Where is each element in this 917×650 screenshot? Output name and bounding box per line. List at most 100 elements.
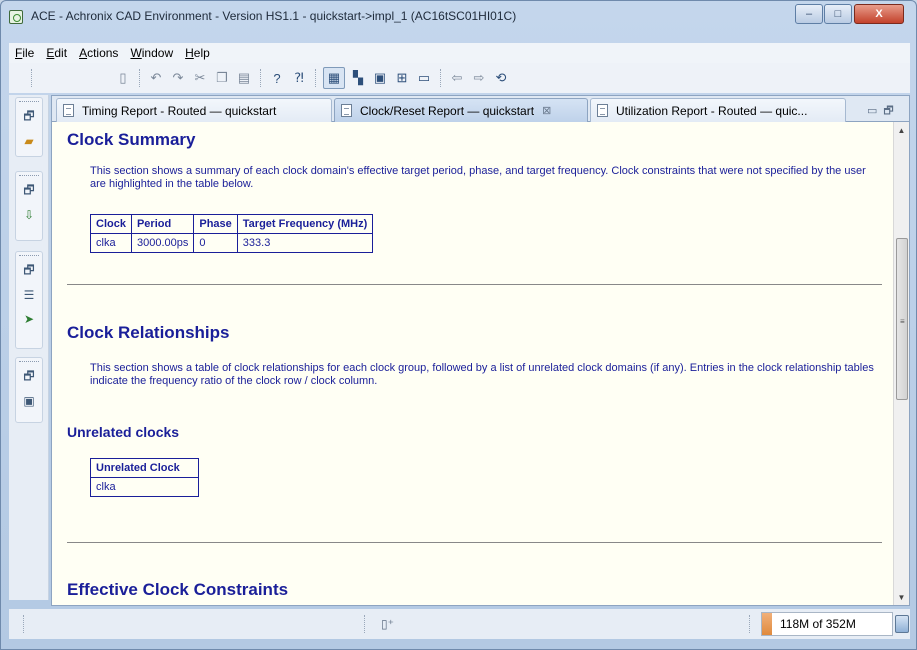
editor-view-controls: ▭🗗 [867,102,900,121]
status-bar: ▯⁺ 118M of 352M [9,609,910,639]
section-divider [67,284,882,285]
maximize-button[interactable]: □ [824,4,852,24]
thumb-grip-icon: ≡ [900,317,905,326]
toolbar-separator [315,69,316,87]
editor-tab-bar: Timing Report - Routed — quickstart Cloc… [52,96,909,122]
tab-utilization-report[interactable]: Utilization Report - Routed — quic... [590,98,846,122]
back-arrow-icon[interactable]: ↶ [147,69,165,87]
toolbar-grip[interactable] [31,69,34,87]
document-icon [63,104,74,117]
restore-icon[interactable]: 🗗 [19,367,39,387]
scroll-up-icon[interactable]: ▲ [894,122,909,138]
minimize-editor-icon[interactable]: ▭ [867,105,883,117]
toolbar-separator [440,69,441,87]
column-header: Clock [90,214,132,234]
console-icon[interactable]: ▣ [19,391,39,411]
run-icon[interactable]: ▣ [371,69,389,87]
column-header: Period [130,214,195,234]
trim-grip[interactable] [19,255,39,257]
forward-arrow-icon[interactable]: ↷ [169,69,187,87]
garbage-collect-icon[interactable] [895,615,909,633]
menu-edit[interactable]: Edit [40,46,73,60]
report-editor: Timing Report - Routed — quickstart Cloc… [51,95,910,606]
restore-icon[interactable]: 🗗 [19,107,39,127]
tab-clock-reset-report[interactable]: Clock/Reset Report — quickstart ⊠ [334,98,588,122]
copy-icon[interactable]: ❐ [213,69,231,87]
unrelated-clocks-table: Unrelated Clock clka [90,458,199,497]
menu-bar: File Edit Actions Window Help [9,43,910,63]
trim-group-views: 🗗 ☰ ➤ [15,251,43,349]
tab-label: Timing Report - Routed — quickstart [82,103,277,118]
column-header: Unrelated Clock [90,458,199,478]
trim-group-console: 🗗 ▣ [15,357,43,423]
status-grip [749,615,751,633]
menu-window[interactable]: Window [124,46,179,60]
menu-actions[interactable]: Actions [73,46,124,60]
left-trim-stack: 🗗 ▰ 🗗 ⇩ 🗗 ☰ ➤ 🗗 ▣ [9,95,49,600]
layout-alt-icon[interactable]: ▚ [349,69,367,87]
trim-grip[interactable] [19,101,39,103]
close-button[interactable]: X [854,4,904,24]
help-icon[interactable]: ? [268,69,286,87]
trim-grip[interactable] [19,175,39,177]
flow-icon[interactable]: ⊞ [393,69,411,87]
tab-label: Utilization Report - Routed — quic... [616,103,808,118]
table-cell: 333.3 [236,233,374,253]
report-content: Clock Summary This section shows a summa… [52,122,893,605]
tab-label: Clock/Reset Report — quickstart [360,103,535,118]
whats-this-icon[interactable]: ⁈ [290,69,308,87]
status-grip [364,615,366,633]
table-header-row: Unrelated Clock [90,458,199,478]
flow-tree-icon[interactable]: ⇩ [19,205,39,225]
heap-usage-bar [762,613,772,635]
nav-forward-icon[interactable]: ⇨ [470,69,488,87]
scroll-down-icon[interactable]: ▼ [894,589,909,605]
window-title: ACE - Achronix CAD Environment - Version… [31,9,517,23]
menu-help[interactable]: Help [179,46,216,60]
menu-file[interactable]: File [9,46,40,60]
table-cell: 0 [193,233,238,253]
clock-summary-description: This section shows a summary of each clo… [90,165,866,190]
status-indicator-icon[interactable]: ▯⁺ [381,617,394,631]
table-cell: 3000.00ps [130,233,195,253]
table-row: clka [90,477,199,497]
tab-timing-report[interactable]: Timing Report - Routed — quickstart [56,98,332,122]
heap-status: 118M of 352M [761,612,893,636]
nav-back-icon[interactable]: ⇦ [448,69,466,87]
column-header: Phase [193,214,238,234]
minimize-button[interactable]: – [795,4,823,24]
message-icon[interactable]: ▭ [415,69,433,87]
clock-relationships-heading: Clock Relationships [67,323,230,342]
toolbar-separator [139,69,140,87]
section-divider [67,542,882,543]
close-tab-icon[interactable]: ⊠ [542,104,551,117]
toolbar-separator [260,69,261,87]
page-icon[interactable]: ▯ [114,69,132,87]
vertical-scrollbar[interactable]: ▲ ≡ ▼ [893,122,909,605]
trim-group-flow: 🗗 ⇩ [15,171,43,241]
maximize-editor-icon[interactable]: 🗗 [883,105,899,117]
trim-group-project: 🗗 ▰ [15,97,43,157]
cut-icon[interactable]: ✂ [191,69,209,87]
effective-constraints-heading: Effective Clock Constraints [67,580,289,599]
column-header: Target Frequency (MHz) [236,214,374,234]
document-icon [597,104,608,117]
application-window: ACE - Achronix CAD Environment - Version… [0,0,917,650]
trim-grip[interactable] [19,361,39,363]
layout-icon[interactable]: ▦ [323,67,345,89]
main-toolbar: ▯ ↶ ↷ ✂ ❐ ▤ ? ⁈ ▦ ▚ ▣ ⊞ ▭ ⇦ ⇨ ⟲ [9,63,910,93]
paste-icon[interactable]: ▤ [235,69,253,87]
table-header-row: Clock Period Phase Target Frequency (MHz… [90,214,374,234]
table-cell: clka [90,233,132,253]
tree-view-icon[interactable]: ➤ [19,309,39,329]
clock-summary-table: Clock Period Phase Target Frequency (MHz… [90,214,374,253]
table-row: clka 3000.00ps 0 333.3 [90,233,374,253]
list-view-icon[interactable]: ☰ [19,285,39,305]
project-folder-icon[interactable]: ▰ [19,131,39,151]
ace-app-icon [9,10,23,24]
scrollbar-thumb[interactable]: ≡ [896,238,908,400]
unrelated-clocks-heading: Unrelated clocks [67,424,180,440]
sync-icon[interactable]: ⟲ [492,69,510,87]
restore-icon[interactable]: 🗗 [19,261,39,281]
restore-icon[interactable]: 🗗 [19,181,39,201]
